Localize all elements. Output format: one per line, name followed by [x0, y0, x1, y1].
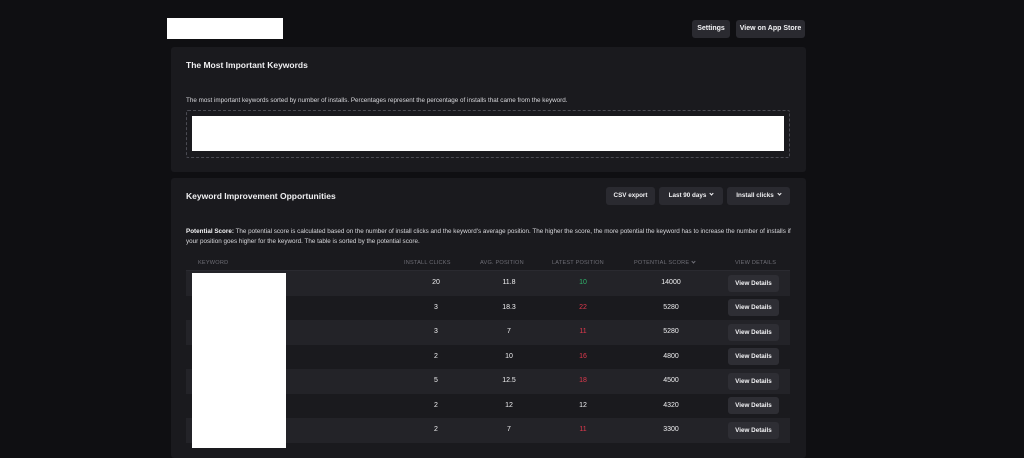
- potential-score-cell: 5280: [663, 303, 679, 311]
- column-header-avg-position[interactable]: AVG. POSITION: [480, 260, 524, 266]
- install-clicks-cell: 3: [434, 303, 438, 311]
- column-header-install-clicks[interactable]: INSTALL CLICKS: [404, 260, 451, 266]
- view-details-button[interactable]: View Details: [728, 421, 779, 439]
- keywords-chart-container: [186, 110, 790, 158]
- latest-position-cell: 16: [579, 352, 587, 360]
- sort-chevron-down-icon: [691, 259, 696, 264]
- keyword-opportunities-title: Keyword Improvement Opportunities: [186, 191, 336, 201]
- view-details-button[interactable]: View Details: [728, 372, 779, 390]
- install-clicks-cell: 2: [434, 401, 438, 409]
- latest-position-cell: 10: [579, 279, 587, 286]
- potential-score-cell: 4320: [663, 401, 679, 409]
- settings-button[interactable]: Settings: [692, 20, 730, 38]
- avg-position-cell: 11.8: [502, 279, 516, 286]
- potential-score-label: Potential Score:: [186, 228, 234, 235]
- install-clicks-cell: 2: [434, 426, 438, 433]
- view-details-button[interactable]: View Details: [728, 348, 779, 365]
- column-header-keyword: KEYWORD: [198, 260, 229, 266]
- app-logo-placeholder: [167, 18, 283, 39]
- csv-export-label: CSV export: [613, 192, 648, 199]
- avg-position-cell: 12: [505, 401, 513, 409]
- view-details-button[interactable]: View Details: [728, 397, 779, 414]
- view-details-button[interactable]: View Details: [728, 323, 779, 341]
- view-details-button[interactable]: View Details: [728, 274, 779, 292]
- potential-score-cell: 4500: [663, 377, 679, 384]
- latest-position-cell: 18: [579, 377, 587, 384]
- avg-position-cell: 18.3: [502, 303, 516, 311]
- most-important-keywords-title: The Most Important Keywords: [186, 60, 308, 70]
- potential-score-cell: 4800: [663, 352, 679, 360]
- latest-position-cell: 11: [579, 328, 587, 335]
- most-important-keywords-card: The Most Important Keywords The most imp…: [171, 47, 806, 172]
- keyword-column-redaction: [192, 273, 286, 448]
- column-header-view-details: VIEW DETAILS: [735, 260, 777, 266]
- latest-position-cell: 12: [579, 401, 587, 409]
- view-on-app-store-button[interactable]: View on App Store: [736, 20, 805, 38]
- install-clicks-cell: 20: [432, 279, 440, 286]
- date-range-dropdown[interactable]: Last 90 days: [659, 187, 723, 205]
- potential-score-text: The potential score is calculated based …: [186, 228, 791, 245]
- metric-label: Install clicks: [736, 192, 774, 199]
- avg-position-cell: 12.5: [502, 377, 516, 384]
- keywords-chart-area: [192, 116, 784, 151]
- avg-position-cell: 7: [507, 328, 511, 335]
- potential-score-cell: 14000: [661, 279, 681, 286]
- top-bar: Settings View on App Store: [0, 0, 1024, 46]
- table-header: KEYWORD INSTALL CLICKS AVG. POSITION LAT…: [186, 255, 790, 271]
- install-clicks-cell: 2: [434, 352, 438, 360]
- potential-score-explanation: Potential Score: The potential score is …: [186, 227, 791, 247]
- potential-score-cell: 5280: [663, 328, 679, 335]
- column-header-latest-position[interactable]: LATEST POSITION: [552, 260, 604, 266]
- avg-position-cell: 10: [505, 352, 513, 360]
- potential-score-cell: 3300: [663, 426, 679, 433]
- latest-position-cell: 11: [579, 426, 587, 433]
- latest-position-cell: 22: [579, 303, 587, 311]
- most-important-keywords-description: The most important keywords sorted by nu…: [186, 97, 568, 104]
- potential-score-header-label: POTENTIAL SCORE: [634, 260, 690, 266]
- csv-export-button[interactable]: CSV export: [606, 187, 655, 205]
- install-clicks-cell: 3: [434, 328, 438, 335]
- date-range-label: Last 90 days: [668, 192, 707, 199]
- install-clicks-cell: 5: [434, 377, 438, 384]
- metric-dropdown[interactable]: Install clicks: [727, 187, 790, 205]
- chevron-down-icon: [777, 191, 782, 196]
- chevron-down-icon: [709, 191, 715, 196]
- avg-position-cell: 7: [507, 426, 511, 433]
- view-details-button[interactable]: View Details: [728, 299, 779, 316]
- column-header-potential-score[interactable]: POTENTIAL SCORE: [634, 259, 696, 266]
